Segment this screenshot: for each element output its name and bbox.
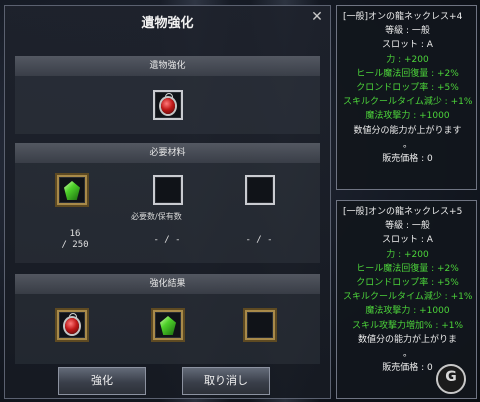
tooltip-line: 販売価格 : 0 <box>382 154 433 165</box>
material-count-2: - / - <box>153 235 181 245</box>
window-title: 遺物強化 <box>141 16 194 31</box>
tooltip-line: スキル攻撃力増加% : +1% <box>351 320 464 331</box>
tooltip-line: 。 <box>402 349 412 360</box>
tooltip-line: 魔法攻撃力 : +1000 <box>365 306 450 317</box>
enhance-button[interactable]: 強化 <box>58 367 146 395</box>
tooltip-line: スキルクールタイム減少 : +1% <box>343 292 473 303</box>
result-slot-2[interactable] <box>153 310 183 340</box>
tooltip-line: スロット : A <box>382 235 433 246</box>
close-icon[interactable]: ✕ <box>310 10 324 24</box>
relic-enhance-window: 遺物強化 ✕ 遺物強化 必要材料 必要数/保有数 16 / 250 - / - … <box>4 5 331 399</box>
tooltip-line: [一般]オンの龍ネックレス+5 <box>343 207 463 217</box>
relic-slot[interactable] <box>153 90 183 120</box>
cancel-button[interactable]: 取り消し <box>182 367 270 395</box>
tooltip-line: 数値分の能力が上がりま <box>357 334 457 345</box>
green-crystal-icon <box>64 181 80 200</box>
item-tooltip-current: [一般]オンの龍ネックレス+4 等級 : 一般 スロット : A 力 : +200 ヒー… <box>336 5 477 190</box>
materials-section-header: 必要材料 <box>15 143 320 163</box>
relic-section: 遺物強化 <box>15 56 320 134</box>
tooltip-line: 魔法攻撃力 : +1000 <box>365 111 450 122</box>
item-tooltip-next: [一般]オンの龍ネックレス+5 等級 : 一般 スロット : A 力 : +200 ヒー… <box>336 200 477 399</box>
material-slot-3[interactable] <box>245 175 275 205</box>
result-slot-1[interactable] <box>57 310 87 340</box>
material-slot-2[interactable] <box>153 175 183 205</box>
result-slot-3[interactable] <box>245 310 275 340</box>
result-section-header: 強化結果 <box>15 274 320 294</box>
material-slot-1[interactable] <box>57 175 87 205</box>
tooltip-line: 数値分の能力が上がります <box>353 125 462 136</box>
tooltip-line: [一般]オンの龍ネックレス+4 <box>343 12 463 22</box>
result-section: 強化結果 <box>15 274 320 364</box>
tooltip-line: ヒール魔法回復量 : +2% <box>356 68 459 79</box>
tooltip-line: 等級 : 一般 <box>385 221 430 232</box>
red-necklace-icon <box>65 318 79 334</box>
tooltip-line: 等級 : 一般 <box>385 26 430 37</box>
tooltip-line: クロンドロップ率 : +5% <box>356 83 459 94</box>
watermark-logo: G <box>436 364 466 394</box>
red-necklace-icon <box>161 98 175 114</box>
relic-section-header: 遺物強化 <box>15 56 320 76</box>
tooltip-line: クロンドロップ率 : +5% <box>356 278 459 289</box>
green-crystal-icon <box>160 316 176 335</box>
tooltip-line: スキルクールタイム減少 : +1% <box>343 97 473 108</box>
tooltip-line: スロット : A <box>382 40 433 51</box>
material-count-1: 16 / 250 <box>61 229 89 250</box>
required-held-label: 必要数/保有数 <box>131 212 182 221</box>
tooltip-line: 。 <box>402 139 412 150</box>
tooltip-line: ヒール魔法回復量 : +2% <box>356 263 459 274</box>
material-count-3: - / - <box>245 235 273 245</box>
tooltip-line: 力 : +200 <box>386 54 429 65</box>
materials-section: 必要材料 必要数/保有数 16 / 250 - / - - / - <box>15 143 320 263</box>
tooltip-line: 力 : +200 <box>386 249 429 260</box>
